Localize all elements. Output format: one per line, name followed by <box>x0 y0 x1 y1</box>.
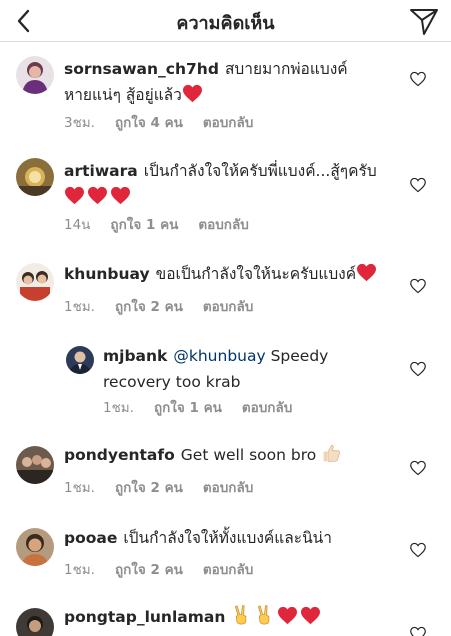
victory-hand-emoji <box>231 604 252 625</box>
avatar[interactable] <box>66 346 94 374</box>
comment-text: artiwara เป็นกำลังใจให้ครับพี่แบงค์...สู้… <box>64 158 404 210</box>
comment-meta: 1ชม. ถูกใจ 2 คน ตอบกลับ <box>64 558 273 580</box>
comment-text: mjbank @khunbuay Speedy recovery too krab <box>103 347 329 391</box>
reply-button[interactable]: ตอบกลับ <box>203 115 253 131</box>
likes-count[interactable]: ถูกใจ 2 คน <box>115 299 183 315</box>
likes-count[interactable]: ถูกใจ 1 คน <box>154 400 222 416</box>
likes-count[interactable]: ถูกใจ 2 คน <box>115 480 183 496</box>
comment-text: pondyentafo Get well soon bro <box>64 442 404 468</box>
red-heart-emoji <box>356 263 377 282</box>
timestamp: 14น <box>64 217 91 233</box>
red-heart-emoji <box>300 606 321 625</box>
reply-button[interactable]: ตอบกลับ <box>203 480 253 496</box>
heart-icon[interactable] <box>409 460 427 476</box>
timestamp: 1ชม. <box>64 562 95 578</box>
reply-button[interactable]: ตอบกลับ <box>198 217 248 233</box>
username[interactable]: pondyentafo <box>64 446 175 464</box>
likes-count[interactable]: ถูกใจ 2 คน <box>115 562 183 578</box>
comment-text: pooae เป็นกำลังใจให้ทั้งแบงค์และนิน่า <box>64 529 332 547</box>
timestamp: 3ชม. <box>64 115 95 131</box>
victory-hand-emoji <box>254 604 275 625</box>
timestamp: 1ชม. <box>103 400 134 416</box>
likes-count[interactable]: ถูกใจ 1 คน <box>110 217 178 233</box>
comment-meta: 3ชม. ถูกใจ 4 คน ตอบกลับ <box>64 111 273 133</box>
avatar[interactable] <box>16 263 54 301</box>
comment-item: khunbuay ขอเป็นกำลังใจให้นะครับแบงค์ 1ชม.… <box>0 255 451 325</box>
reply-button[interactable]: ตอบกลับ <box>203 299 253 315</box>
heart-icon[interactable] <box>409 361 427 377</box>
red-heart-emoji <box>64 186 85 205</box>
username[interactable]: pooae <box>64 529 117 547</box>
red-heart-emoji <box>110 186 131 205</box>
comment-meta: 1ชม. ถูกใจ 2 คน ตอบกลับ <box>64 295 273 317</box>
avatar[interactable] <box>16 446 54 484</box>
timestamp: 1ชม. <box>64 480 95 496</box>
comment-meta: 1ชม. ถูกใจ 2 คน ตอบกลับ <box>64 476 273 498</box>
reply-button[interactable]: ตอบกลับ <box>203 562 253 578</box>
paper-plane-icon[interactable] <box>407 4 441 38</box>
comment-text: khunbuay ขอเป็นกำลังใจให้นะครับแบงค์ <box>64 261 404 287</box>
comment-item: pongtap_lunlaman <box>0 602 451 636</box>
comment-item: artiwara เป็นกำลังใจให้ครับพี่แบงค์...สู้… <box>0 150 451 242</box>
comment-meta: 1ชม. ถูกใจ 1 คน ตอบกลับ <box>103 396 312 418</box>
red-heart-emoji <box>182 84 203 103</box>
heart-icon[interactable] <box>409 278 427 294</box>
username[interactable]: mjbank <box>103 347 167 365</box>
timestamp: 1ชม. <box>64 299 95 315</box>
username[interactable]: khunbuay <box>64 265 150 283</box>
header-bar: ความคิดเห็น <box>0 0 451 42</box>
reply-button[interactable]: ตอบกลับ <box>242 400 292 416</box>
heart-icon[interactable] <box>409 626 427 636</box>
comment-text: sornsawan_ch7hd สบายมากพ่อแบงค์ หายแน่ๆ ส… <box>64 60 348 104</box>
comment-text: pongtap_lunlaman <box>64 604 404 630</box>
username[interactable]: artiwara <box>64 162 138 180</box>
comment-meta: 14น ถูกใจ 1 คน ตอบกลับ <box>64 213 269 235</box>
username[interactable]: sornsawan_ch7hd <box>64 60 219 78</box>
likes-count[interactable]: ถูกใจ 4 คน <box>115 115 183 131</box>
red-heart-emoji <box>277 606 298 625</box>
thumbs-up-emoji <box>321 442 342 463</box>
comment-item: sornsawan_ch7hd สบายมากพ่อแบงค์ หายแน่ๆ ส… <box>0 48 451 140</box>
avatar[interactable] <box>16 528 54 566</box>
avatar[interactable] <box>16 608 54 636</box>
comment-item: pondyentafo Get well soon bro 1ชม. ถูกใจ 2… <box>0 440 451 510</box>
avatar[interactable] <box>16 158 54 196</box>
avatar[interactable] <box>16 56 54 94</box>
username[interactable]: pongtap_lunlaman <box>64 608 225 626</box>
red-heart-emoji <box>87 186 108 205</box>
mention-link[interactable]: @khunbuay <box>173 347 265 365</box>
comment-item: pooae เป็นกำลังใจให้ทั้งแบงค์และนิน่า 1ชม… <box>0 522 451 592</box>
page-title: ความคิดเห็น <box>176 13 275 34</box>
heart-icon[interactable] <box>409 542 427 558</box>
heart-icon[interactable] <box>409 71 427 87</box>
heart-icon[interactable] <box>409 177 427 193</box>
reply-item: mjbank @khunbuay Speedy recovery too krab… <box>0 340 451 420</box>
